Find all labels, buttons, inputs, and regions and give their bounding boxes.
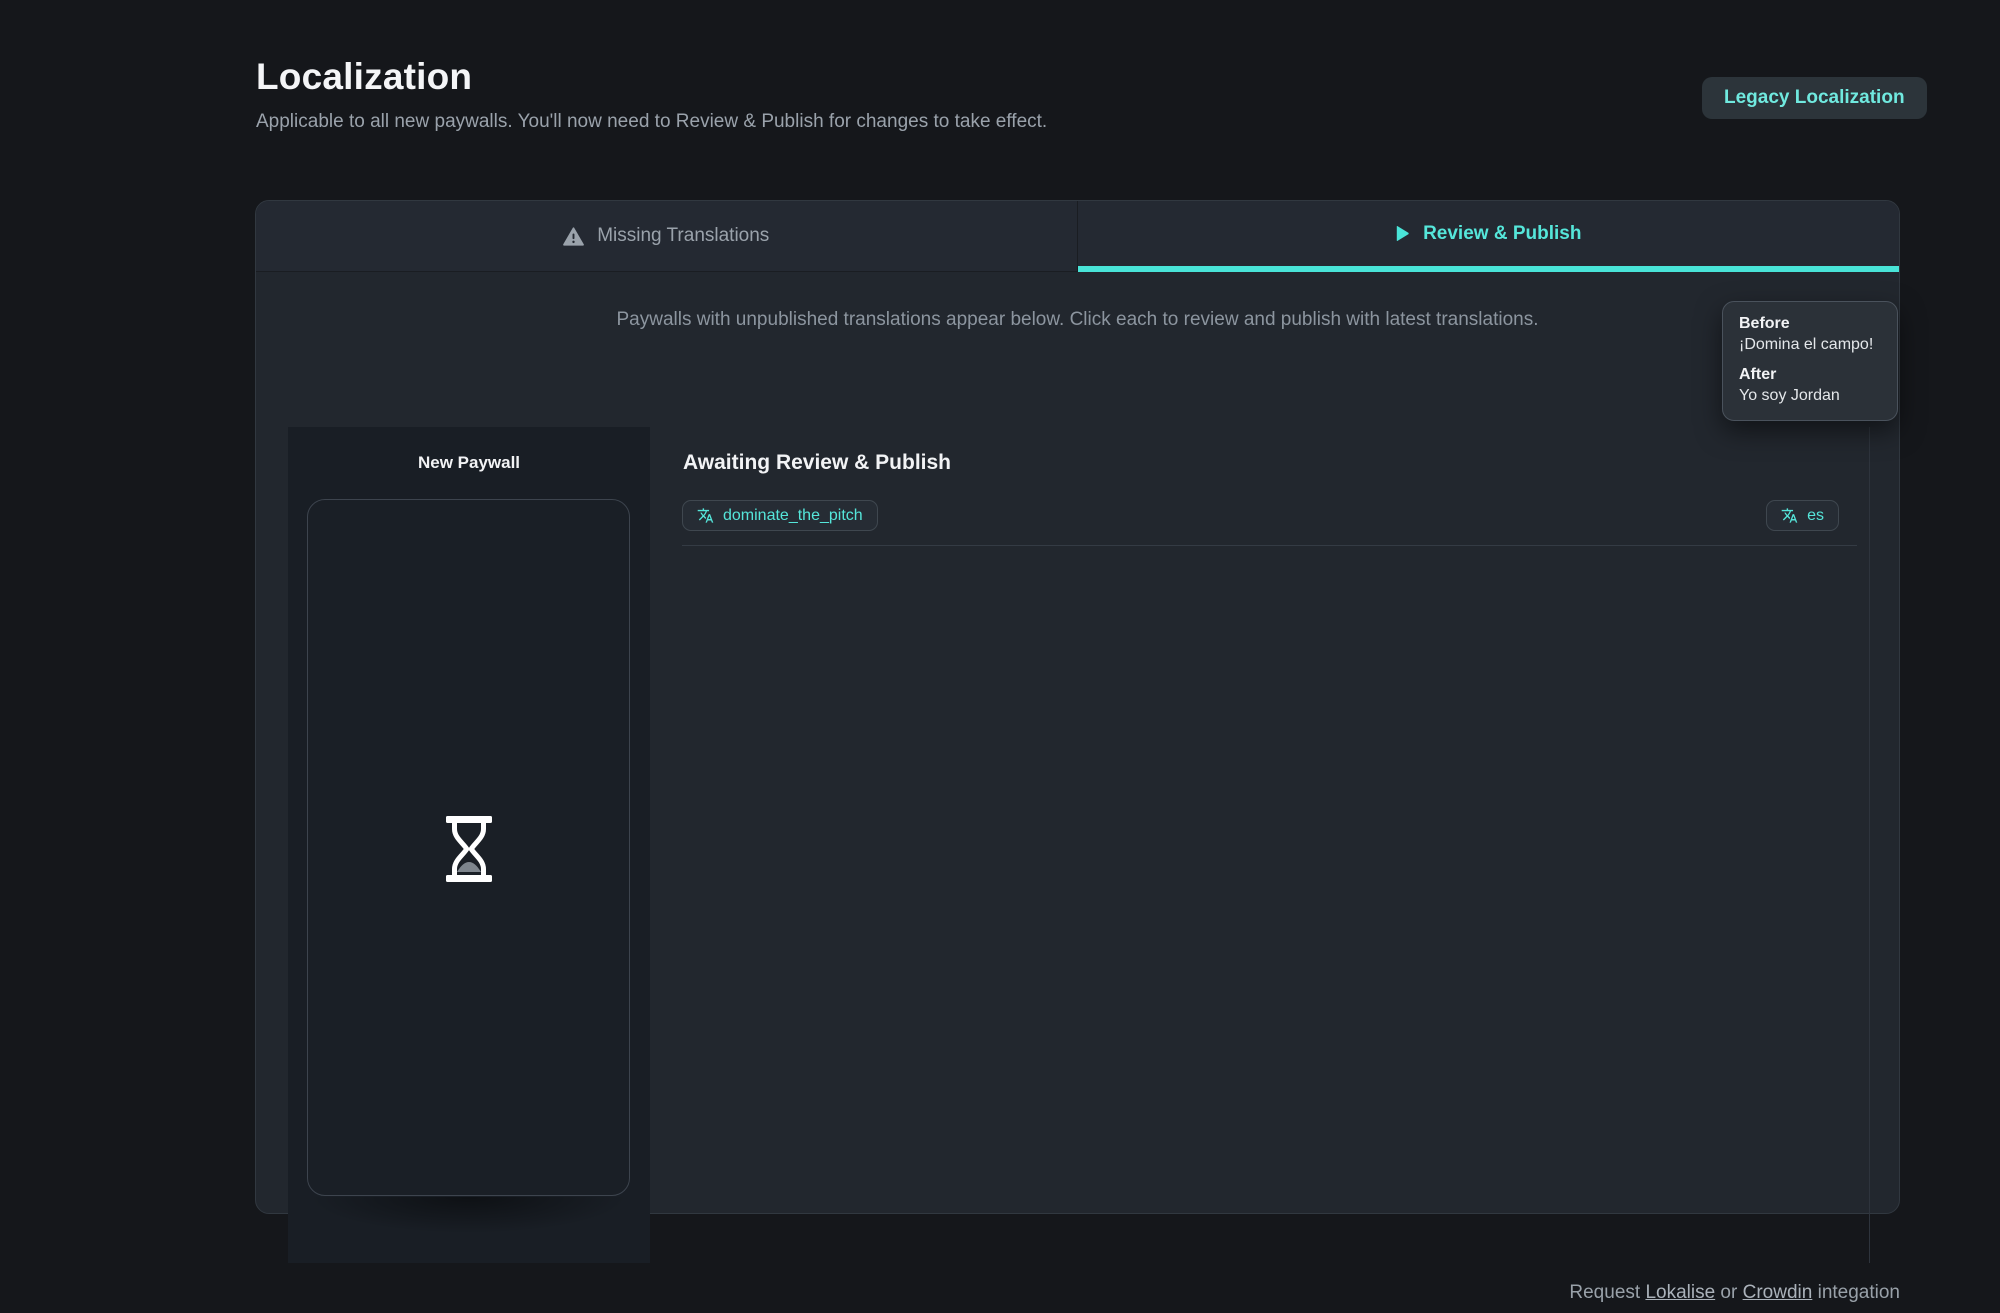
tooltip-after-group: After Yo soy Jordan <box>1739 366 1881 405</box>
localization-card: Missing Translations Review & Publish Pa… <box>255 200 1900 1214</box>
preview-panel-title: New Paywall <box>288 453 650 473</box>
awaiting-heading: Awaiting Review & Publish <box>683 451 1869 475</box>
list-divider <box>682 545 1857 546</box>
phone-frame-shadow <box>312 1197 625 1233</box>
translate-icon <box>1781 507 1798 524</box>
crowdin-link[interactable]: Crowdin <box>1743 1282 1813 1303</box>
card-content: Paywalls with unpublished translations a… <box>256 272 1899 1213</box>
locale-chip-label: es <box>1807 507 1824 525</box>
paywall-preview-panel: New Paywall <box>288 427 650 1263</box>
tab-review-publish[interactable]: Review & Publish <box>1078 201 1900 272</box>
integration-request-text: Request Lokalise or Crowdin integation <box>1569 1282 1900 1304</box>
tooltip-after-label: After <box>1739 366 1881 384</box>
tooltip-before-label: Before <box>1739 315 1881 333</box>
tab-review-label: Review & Publish <box>1423 223 1581 245</box>
tab-missing-label: Missing Translations <box>597 225 769 247</box>
locale-chip[interactable]: es <box>1766 500 1839 531</box>
hourglass-icon <box>441 816 497 887</box>
tooltip-after-value: Yo soy Jordan <box>1739 387 1881 405</box>
page-title: Localization <box>256 56 472 98</box>
paywall-row[interactable]: dominate_the_pitch es <box>682 500 1869 531</box>
legacy-localization-button[interactable]: Legacy Localization <box>1702 77 1927 119</box>
tab-missing-translations[interactable]: Missing Translations <box>256 201 1078 272</box>
tooltip-before-value: ¡Domina el campo! <box>1739 336 1881 354</box>
warning-icon <box>563 227 584 246</box>
footer-prefix: Request <box>1569 1282 1645 1303</box>
footer-suffix: integation <box>1812 1282 1900 1303</box>
paywall-chip-label: dominate_the_pitch <box>723 507 863 525</box>
phone-preview-frame <box>307 499 630 1196</box>
play-icon <box>1395 225 1410 242</box>
footer-middle: or <box>1715 1282 1742 1303</box>
awaiting-list-area: Awaiting Review & Publish dominate_the_p… <box>682 427 1870 1263</box>
translate-icon <box>697 507 714 524</box>
translation-preview-tooltip: Before ¡Domina el campo! After Yo soy Jo… <box>1722 301 1898 421</box>
paywall-chip[interactable]: dominate_the_pitch <box>682 500 878 531</box>
content-description: Paywalls with unpublished translations a… <box>256 309 1899 331</box>
tooltip-before-group: Before ¡Domina el campo! <box>1739 315 1881 354</box>
page-subtitle: Applicable to all new paywalls. You'll n… <box>256 111 1047 133</box>
lokalise-link[interactable]: Lokalise <box>1645 1282 1715 1303</box>
tab-bar: Missing Translations Review & Publish <box>256 201 1899 272</box>
